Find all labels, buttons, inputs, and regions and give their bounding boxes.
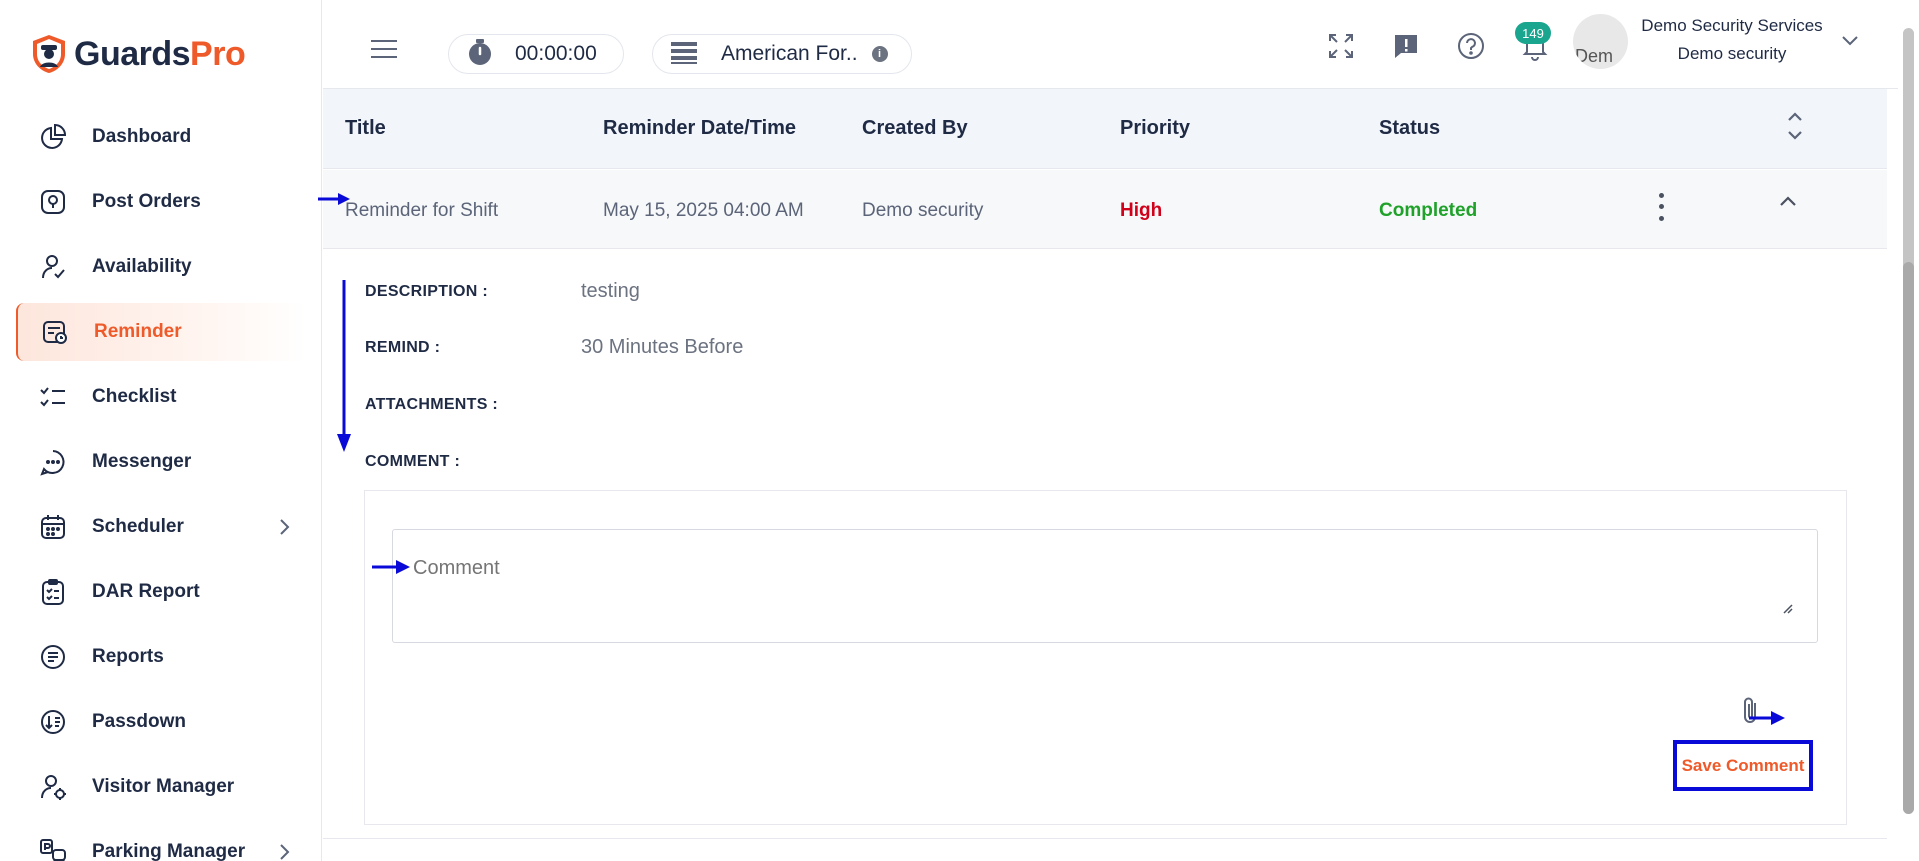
user-name: Demo security <box>1677 44 1787 63</box>
row-created-by: Demo security <box>862 200 984 221</box>
sidebar-item-reminder[interactable]: Reminder <box>16 303 306 361</box>
description-value: testing <box>581 280 640 302</box>
remind-label: REMIND : <box>365 339 441 356</box>
column-title: Title <box>345 117 386 139</box>
scrollbar-thumb[interactable] <box>1903 262 1914 814</box>
notification-count-badge: 149 <box>1515 22 1551 44</box>
sidebar-item-visitor-manager[interactable]: Visitor Manager <box>16 758 306 816</box>
info-icon[interactable]: i <box>871 46 888 62</box>
sidebar-item-dar-report[interactable]: DAR Report <box>16 563 306 621</box>
sidebar-item-passdown[interactable]: Passdown <box>16 693 306 751</box>
sidebar-item-label: Reminder <box>94 321 182 342</box>
column-priority: Priority <box>1120 117 1191 139</box>
sidebar-item-availability[interactable]: Availability <box>16 238 306 296</box>
sidebar: GuardsPro Dashboard Post Orders Availabi… <box>0 0 322 861</box>
logo-text-guards: Guards <box>74 34 191 73</box>
more-options-icon[interactable] <box>1651 190 1671 224</box>
avatar[interactable]: Dem <box>1573 14 1628 69</box>
timer-value: 00:00:00 <box>515 42 597 65</box>
feedback-icon[interactable] <box>1390 30 1422 62</box>
sidebar-item-parking-manager[interactable]: Parking Manager <box>16 823 306 861</box>
sidebar-item-label: Messenger <box>92 451 192 472</box>
column-created-by: Created By <box>862 117 968 139</box>
remind-value: 30 Minutes Before <box>581 336 744 358</box>
sidebar-nav: Dashboard Post Orders Availability Remin… <box>16 108 306 861</box>
building-list-icon <box>671 40 697 69</box>
page-scrollbar[interactable] <box>1898 0 1919 861</box>
sidebar-item-label: Scheduler <box>92 516 184 537</box>
avatar-alt-text: Dem <box>1575 46 1614 66</box>
guard-logo-icon <box>33 35 65 73</box>
site-name: American For.. <box>721 42 858 65</box>
sidebar-item-scheduler[interactable]: Scheduler <box>16 498 306 556</box>
comment-label: COMMENT : <box>365 453 461 470</box>
sidebar-item-post-orders[interactable]: Post Orders <box>16 173 306 231</box>
resize-handle-icon[interactable] <box>1781 601 1793 619</box>
column-status: Status <box>1379 117 1441 139</box>
user-info[interactable]: Demo Security Services Demo security <box>1640 16 1824 64</box>
annotation-arrow-icon <box>337 280 351 452</box>
site-selector[interactable]: American For.. i <box>652 34 912 74</box>
column-reminder-datetime: Reminder Date/Time <box>603 117 797 139</box>
top-header: 00:00:00 American For.. i 149 Dem Demo S… <box>323 0 1919 89</box>
chevron-right-icon <box>278 518 290 541</box>
sidebar-item-checklist[interactable]: Checklist <box>16 368 306 426</box>
shift-timer[interactable]: 00:00:00 <box>448 34 624 74</box>
save-comment-button[interactable]: Save Comment <box>1673 740 1813 791</box>
clipboard-icon <box>38 577 68 607</box>
location-badge-icon <box>38 187 68 217</box>
comment-section: Save Comment <box>364 490 1847 825</box>
calendar-icon <box>38 512 68 542</box>
logo[interactable]: GuardsPro <box>30 34 246 74</box>
parking-icon <box>38 837 68 861</box>
sidebar-item-label: Parking Manager <box>92 841 246 861</box>
company-name: Demo Security Services <box>1641 16 1823 35</box>
sidebar-item-label: Availability <box>92 256 192 277</box>
sidebar-item-label: Visitor Manager <box>92 776 235 797</box>
checklist-icon <box>38 382 68 412</box>
row-status: Completed <box>1379 200 1478 221</box>
hamburger-menu-icon[interactable] <box>371 40 397 64</box>
logo-text-pro: Pro <box>190 34 246 73</box>
passdown-icon <box>38 707 68 737</box>
comment-input[interactable] <box>392 529 1818 643</box>
chevron-down-icon[interactable] <box>1841 34 1859 52</box>
help-icon[interactable] <box>1455 30 1487 62</box>
table-row[interactable]: Reminder for Shift May 15, 2025 04:00 AM… <box>323 170 1887 249</box>
row-priority: High <box>1120 200 1163 221</box>
chat-bubble-icon <box>38 447 68 477</box>
fullscreen-icon[interactable] <box>1325 30 1357 62</box>
expand-collapse-all-icon[interactable] <box>1787 111 1803 146</box>
stopwatch-icon <box>467 38 493 71</box>
sidebar-item-label: DAR Report <box>92 581 200 602</box>
sidebar-item-label: Reports <box>92 646 164 667</box>
sidebar-item-dashboard[interactable]: Dashboard <box>16 108 306 166</box>
sidebar-item-label: Checklist <box>92 386 177 407</box>
sidebar-item-label: Dashboard <box>92 126 192 147</box>
document-icon <box>38 642 68 672</box>
attachments-label: ATTACHMENTS : <box>365 396 499 413</box>
description-label: DESCRIPTION : <box>365 283 489 300</box>
pie-chart-icon <box>38 122 68 152</box>
visitor-icon <box>38 772 68 802</box>
calendar-reminder-icon <box>40 317 70 347</box>
sidebar-item-label: Passdown <box>92 711 186 732</box>
sidebar-item-label: Post Orders <box>92 191 201 212</box>
divider <box>323 838 1887 839</box>
user-check-icon <box>38 252 68 282</box>
row-title: Reminder for Shift <box>345 200 499 221</box>
chevron-up-icon[interactable] <box>1779 194 1797 212</box>
chevron-right-icon <box>278 843 290 861</box>
row-datetime: May 15, 2025 04:00 AM <box>603 200 804 221</box>
sidebar-item-reports[interactable]: Reports <box>16 628 306 686</box>
sidebar-item-messenger[interactable]: Messenger <box>16 433 306 491</box>
table-header: Title Reminder Date/Time Created By Prio… <box>323 89 1887 169</box>
attachment-paperclip-icon[interactable] <box>1739 695 1761 732</box>
